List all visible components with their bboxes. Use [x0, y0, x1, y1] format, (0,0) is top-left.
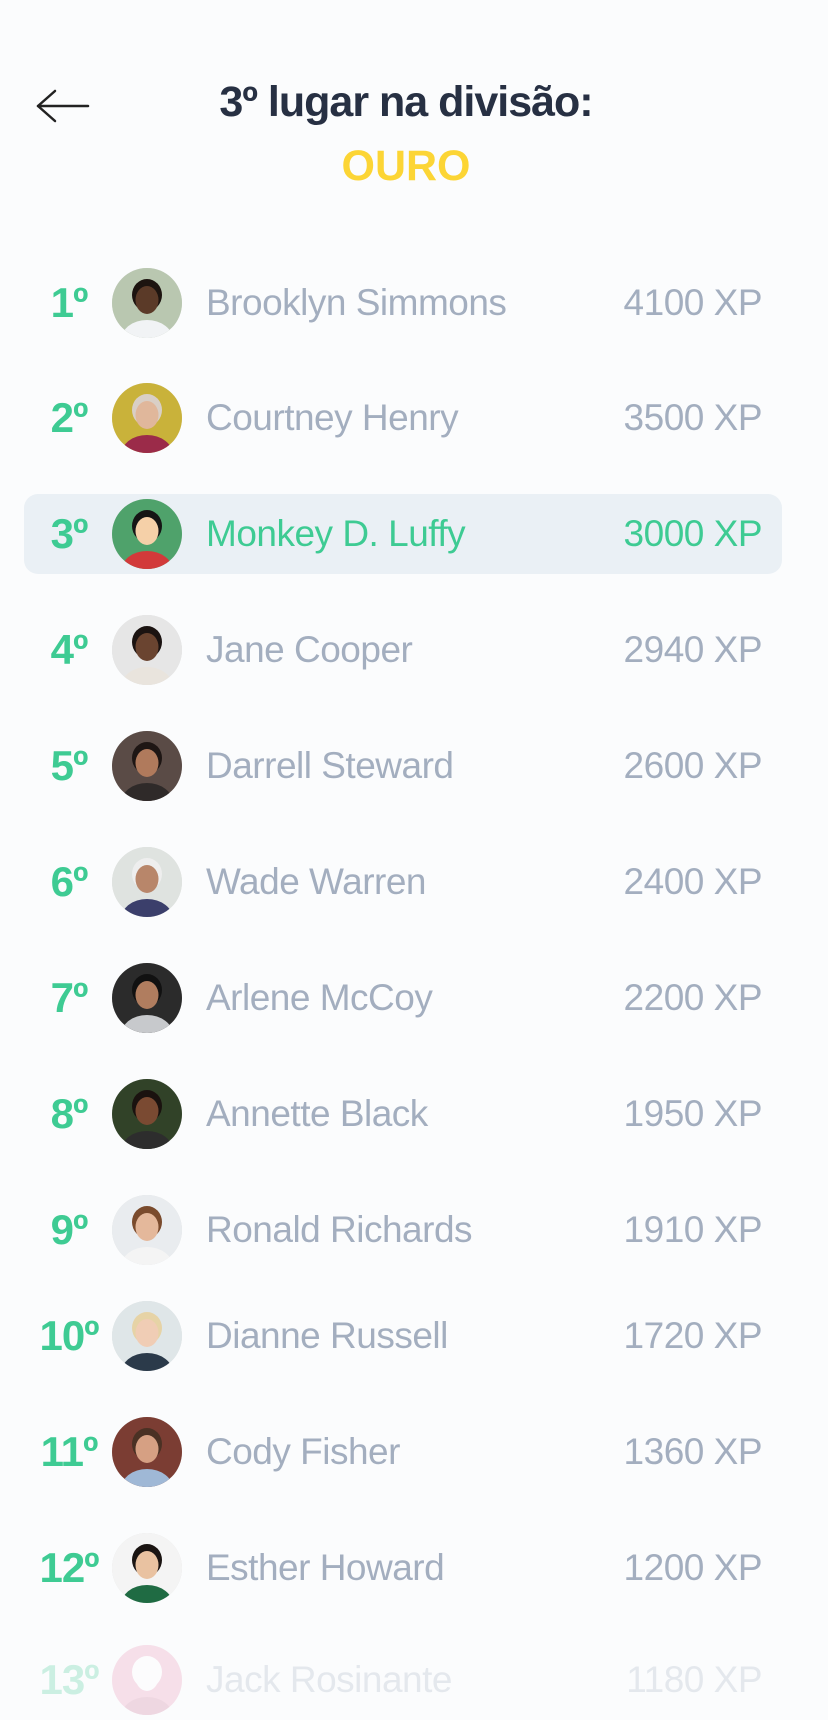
ranking-row[interactable]: 9º Ronald Richards 1910 XP	[24, 1190, 782, 1270]
player-xp: 3500 XP	[623, 397, 763, 438]
ranking-row[interactable]: 13º Jack Rosinante 1180 XP	[24, 1640, 782, 1720]
avatar	[112, 1301, 182, 1371]
player-name: Courtney Henry	[206, 397, 459, 438]
rank-position: 10º	[39, 1312, 99, 1359]
ranking-row[interactable]: 11º Cody Fisher 1360 XP	[24, 1412, 782, 1492]
rank-position: 1º	[50, 279, 89, 326]
rank-position: 4º	[50, 626, 89, 673]
player-name: Wade Warren	[206, 861, 427, 902]
avatar	[112, 847, 182, 917]
player-xp: 1910 XP	[623, 1209, 763, 1250]
rank-position: 11º	[40, 1428, 99, 1475]
avatar	[112, 731, 182, 801]
player-name: Esther Howard	[206, 1547, 445, 1588]
avatar	[112, 1079, 182, 1149]
rank-position: 12º	[39, 1544, 99, 1591]
avatar	[112, 1645, 182, 1715]
ranking-row[interactable]: 8º Annette Black 1950 XP	[24, 1074, 782, 1154]
avatar	[112, 1195, 182, 1265]
ranking-list: 1º Brooklyn Simmons 4100 XP 2º Courtney Henr…	[0, 0, 828, 1715]
player-name: Annette Black	[206, 1093, 428, 1134]
avatar	[112, 963, 182, 1033]
avatar	[112, 268, 182, 338]
player-name: Monkey D. Luffy	[206, 513, 466, 554]
rank-position: 13º	[39, 1656, 99, 1703]
player-name: Jane Cooper	[206, 629, 413, 670]
ranking-row[interactable]: 7º Arlene McCoy 2200 XP	[24, 958, 782, 1038]
player-xp: 2600 XP	[623, 745, 763, 786]
ranking-row[interactable]: 4º Jane Cooper 2940 XP	[24, 610, 782, 690]
player-name: Dianne Russell	[206, 1315, 448, 1356]
player-name: Jack Rosinante	[206, 1659, 452, 1700]
player-xp: 4100 XP	[623, 282, 763, 323]
player-name: Darrell Steward	[206, 745, 454, 786]
player-xp: 2400 XP	[623, 861, 763, 902]
player-xp: 1200 XP	[623, 1547, 763, 1588]
player-xp: 1720 XP	[623, 1315, 763, 1356]
player-name: Ronald Richards	[206, 1209, 473, 1250]
rank-position: 5º	[50, 742, 89, 789]
player-xp: 1180 XP	[626, 1659, 762, 1700]
player-xp: 2200 XP	[623, 977, 763, 1018]
rank-position: 9º	[50, 1206, 89, 1253]
rank-position: 7º	[50, 974, 89, 1021]
avatar	[112, 1417, 182, 1487]
ranking-row[interactable]: 2º Courtney Henry 3500 XP	[24, 378, 782, 458]
ranking-row[interactable]: 3º Monkey D. Luffy 3000 XP	[24, 494, 782, 574]
ranking-row[interactable]: 1º Brooklyn Simmons 4100 XP	[24, 263, 782, 343]
player-xp: 3000 XP	[623, 513, 763, 554]
avatar	[112, 499, 182, 569]
avatar	[112, 615, 182, 685]
ranking-row[interactable]: 10º Dianne Russell 1720 XP	[24, 1296, 782, 1376]
ranking-row[interactable]: 6º Wade Warren 2400 XP	[24, 842, 782, 922]
rank-position: 8º	[50, 1090, 89, 1137]
avatar	[112, 383, 182, 453]
rank-position: 6º	[50, 858, 89, 905]
avatar	[112, 1533, 182, 1603]
player-name: Arlene McCoy	[206, 977, 433, 1018]
rank-position: 2º	[50, 394, 89, 441]
player-name: Cody Fisher	[206, 1431, 400, 1472]
player-xp: 1360 XP	[623, 1431, 763, 1472]
ranking-row[interactable]: 5º Darrell Steward 2600 XP	[24, 726, 782, 806]
player-xp: 1950 XP	[623, 1093, 763, 1134]
rank-position: 3º	[50, 510, 89, 557]
player-xp: 2940 XP	[623, 629, 763, 670]
ranking-row[interactable]: 12º Esther Howard 1200 XP	[24, 1528, 782, 1608]
player-name: Brooklyn Simmons	[206, 282, 507, 323]
